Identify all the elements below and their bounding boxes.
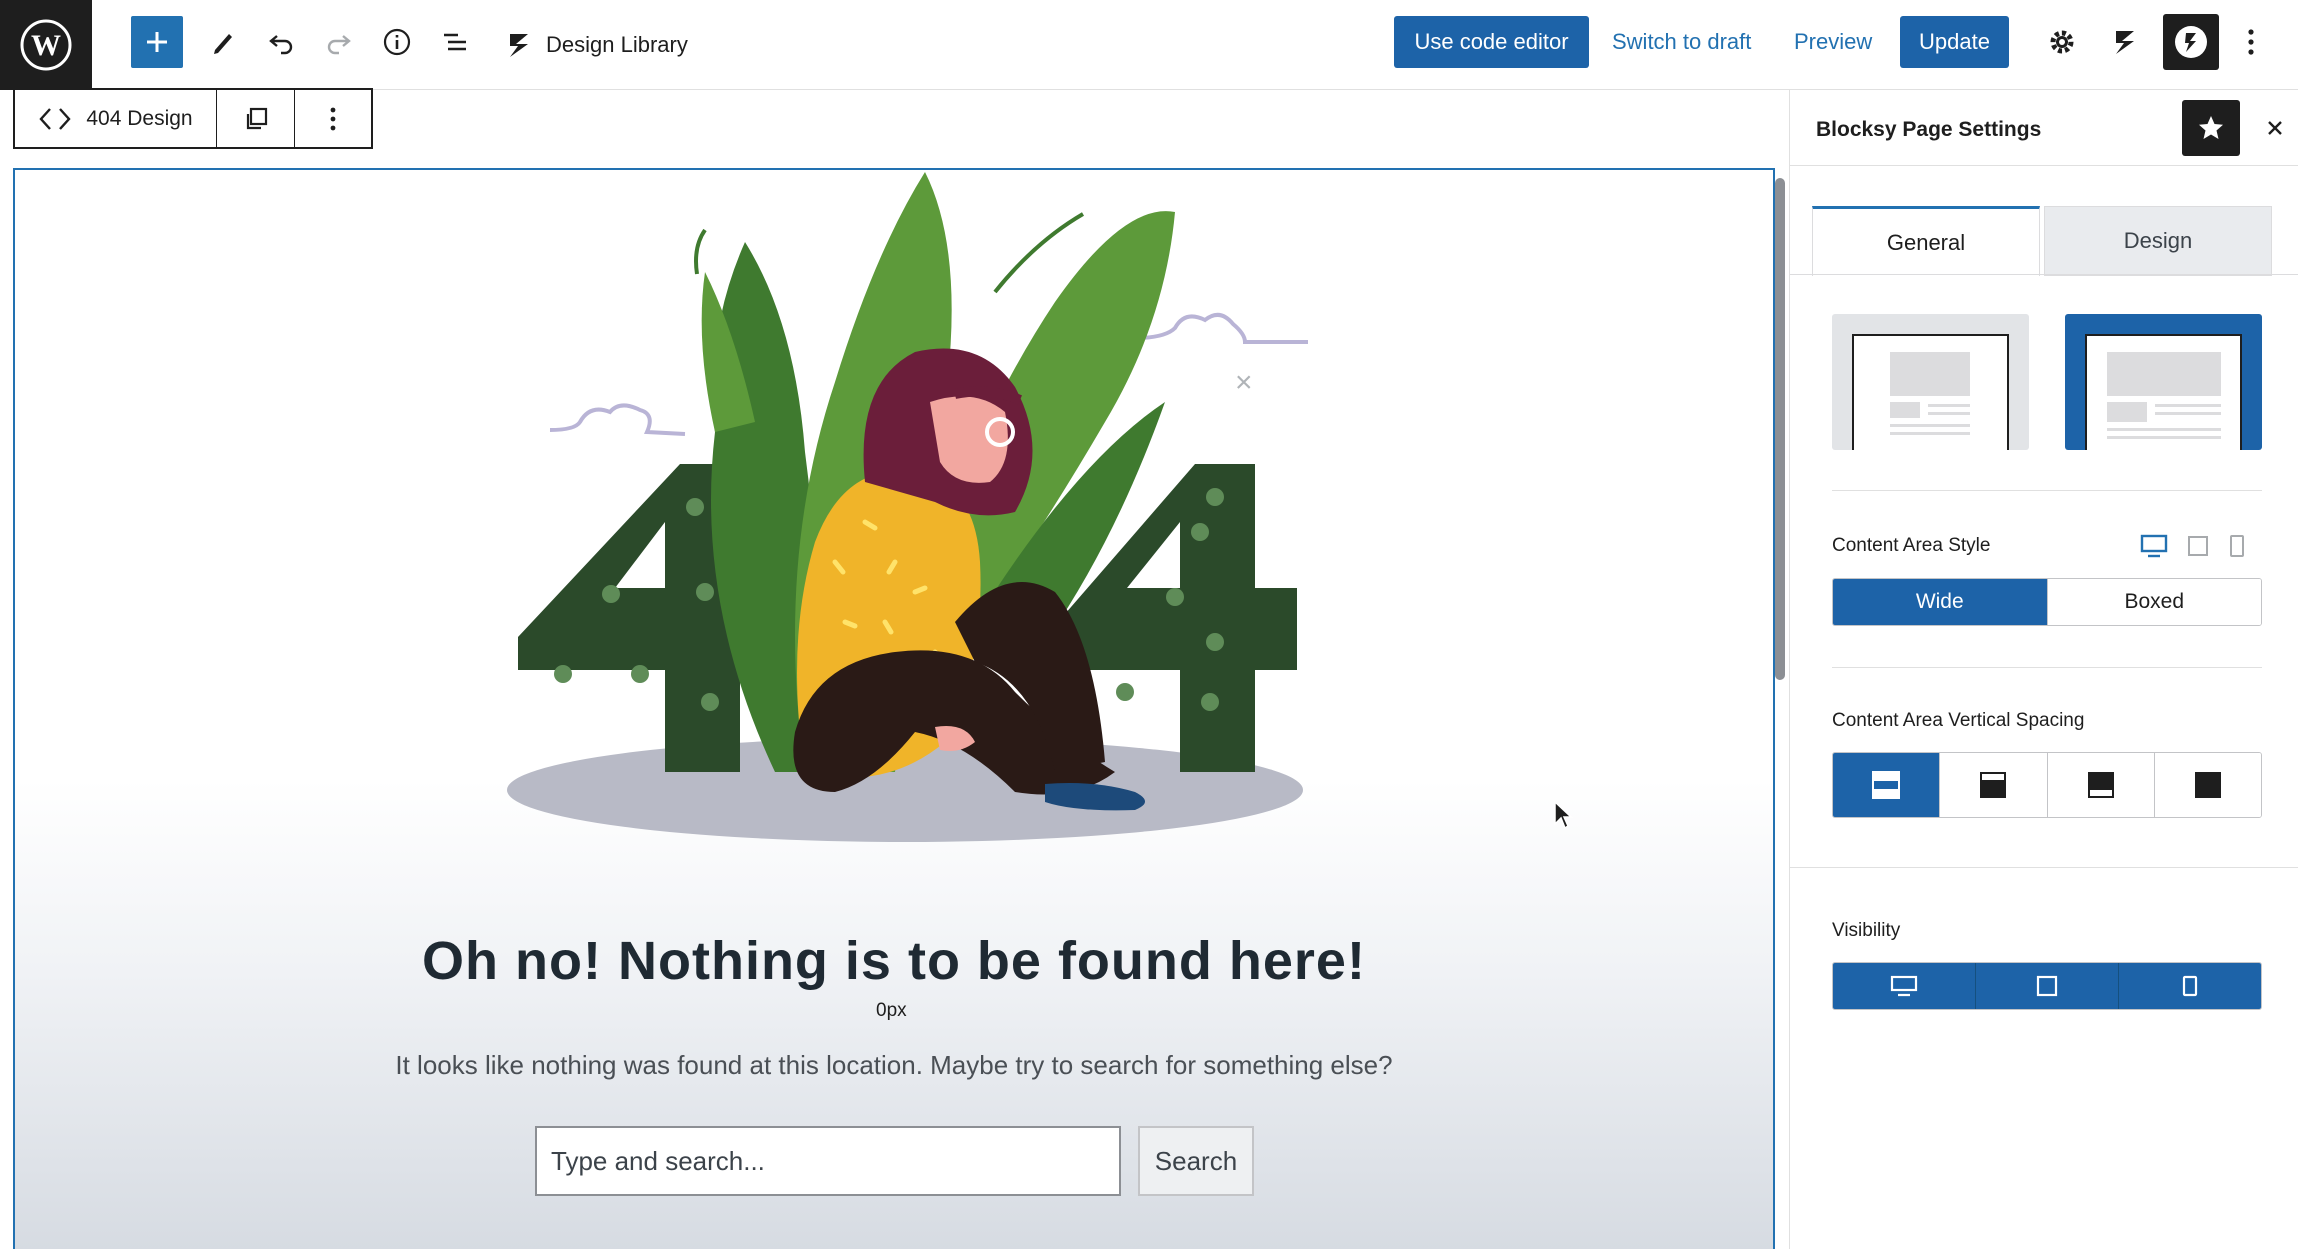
close-icon[interactable]: × xyxy=(1235,366,1253,400)
spacing-top-option[interactable] xyxy=(1940,753,2048,817)
pin-sidebar-button[interactable] xyxy=(2182,100,2240,156)
section-divider xyxy=(1832,667,2262,668)
visibility-mobile-toggle[interactable] xyxy=(2119,963,2261,1009)
more-vertical-icon xyxy=(330,107,336,130)
sidebar-header: Blocksy Page Settings xyxy=(1790,90,2298,166)
close-icon xyxy=(2268,121,2282,135)
content-style-wide-option[interactable]: Wide xyxy=(1833,579,2048,625)
blocksy-logo-icon xyxy=(2116,31,2134,54)
block-options-button[interactable] xyxy=(295,90,371,147)
add-block-button[interactable] xyxy=(131,16,183,68)
undo-icon xyxy=(269,35,293,55)
content-area-style-label: Content Area Style xyxy=(1832,535,1991,556)
mouse-cursor-icon xyxy=(1554,800,1573,830)
visibility-control xyxy=(1832,962,2262,1010)
tools-button[interactable] xyxy=(197,16,249,68)
star-icon xyxy=(2199,116,2223,139)
close-sidebar-button[interactable] xyxy=(2255,108,2295,148)
tabs-divider xyxy=(1790,274,2298,275)
gear-icon xyxy=(2050,30,2074,54)
plugin-logo-icon xyxy=(2175,26,2207,58)
blocksy-settings-button[interactable] xyxy=(2099,16,2151,68)
desktop-icon xyxy=(1890,975,1918,997)
update-button[interactable]: Update xyxy=(1900,16,2009,68)
plugin-sidebar-button[interactable] xyxy=(2163,14,2219,70)
preview-button[interactable]: Preview xyxy=(1784,16,1882,68)
spacing-bottom-option[interactable] xyxy=(2047,753,2155,817)
sidebar-tabs: General Design xyxy=(1812,206,2278,276)
spacing-bottom-icon xyxy=(2087,772,2114,798)
more-vertical-icon xyxy=(2248,29,2254,55)
visibility-label: Visibility xyxy=(1832,920,1901,941)
content-style-boxed-option[interactable]: Boxed xyxy=(2047,579,2261,625)
spacing-both-option[interactable] xyxy=(1833,753,1941,817)
options-menu-button[interactable] xyxy=(2236,16,2266,68)
sidebar-title: Blocksy Page Settings xyxy=(1816,118,2042,141)
layout-option-full[interactable] xyxy=(2065,314,2262,450)
mobile-icon[interactable] xyxy=(2228,534,2246,558)
editor-canvas[interactable]: × 0px Oh no! Nothing is to be found here… xyxy=(13,168,1775,1249)
switch-to-draft-button[interactable]: Switch to draft xyxy=(1602,16,1761,68)
list-view-icon xyxy=(444,33,466,51)
404-illustration xyxy=(507,172,1308,842)
spacing-top-icon xyxy=(1980,772,2007,798)
redo-button[interactable] xyxy=(313,16,365,68)
svg-text:W: W xyxy=(31,29,61,62)
wordpress-logo-icon: W xyxy=(20,19,72,71)
redo-icon xyxy=(327,35,351,55)
template-part-icon xyxy=(39,107,71,130)
duplicate-block-button[interactable] xyxy=(217,90,295,147)
page-heading[interactable]: Oh no! Nothing is to be found here! xyxy=(15,930,1773,992)
tab-design[interactable]: Design xyxy=(2044,206,2272,276)
details-button[interactable] xyxy=(371,16,423,68)
document-title: Design Library xyxy=(546,32,688,57)
device-switcher xyxy=(2140,534,2246,558)
section-divider xyxy=(1790,867,2298,868)
visibility-tablet-toggle[interactable] xyxy=(1976,963,2119,1009)
layout-preview-icon xyxy=(2085,334,2242,450)
list-view-button[interactable] xyxy=(429,16,481,68)
vertical-spacing-control xyxy=(1832,752,2262,818)
mobile-icon xyxy=(2182,975,2198,997)
block-toolbar: 404 Design xyxy=(13,88,373,149)
tablet-icon xyxy=(2036,975,2058,997)
section-divider xyxy=(1832,490,2262,491)
spacing-none-icon xyxy=(2194,772,2221,798)
settings-sidebar: Blocksy Page Settings General Design Con… xyxy=(1790,90,2298,1249)
canvas-scrollbar[interactable] xyxy=(1775,178,1785,680)
search-button[interactable]: Search xyxy=(1138,1126,1254,1196)
page-subtext[interactable]: It looks like nothing was found at this … xyxy=(15,1050,1773,1081)
use-code-editor-button[interactable]: Use code editor xyxy=(1394,16,1589,68)
visibility-desktop-toggle[interactable] xyxy=(1833,963,1976,1009)
spacing-both-icon xyxy=(1872,771,1901,799)
spacing-none-option[interactable] xyxy=(2154,753,2261,817)
layout-preview-icon xyxy=(1852,334,2009,450)
settings-button[interactable] xyxy=(2036,16,2088,68)
plus-icon xyxy=(147,32,167,52)
tab-general[interactable]: General xyxy=(1812,206,2040,276)
document-title-bar[interactable]: Design Library xyxy=(504,22,688,68)
desktop-icon[interactable] xyxy=(2140,534,2168,558)
vertical-spacing-label: Content Area Vertical Spacing xyxy=(1832,710,2085,731)
wordpress-logo-button[interactable]: W xyxy=(0,0,92,90)
content-area-style-control: Wide Boxed xyxy=(1832,578,2262,626)
block-name: 404 Design xyxy=(86,106,193,130)
info-icon xyxy=(383,28,411,56)
blocksy-logo-icon xyxy=(510,34,528,57)
pencil-icon xyxy=(214,34,232,54)
spacer-height-label: 0px xyxy=(876,1000,907,1021)
layout-option-default[interactable] xyxy=(1832,314,2029,450)
undo-button[interactable] xyxy=(255,16,307,68)
copy-icon xyxy=(246,107,267,129)
tablet-icon[interactable] xyxy=(2186,534,2210,558)
editor-top-toolbar: W Design Library Use code editor Switch … xyxy=(0,0,2298,90)
block-type-switcher[interactable]: 404 Design xyxy=(15,90,217,147)
search-input[interactable] xyxy=(535,1126,1121,1196)
